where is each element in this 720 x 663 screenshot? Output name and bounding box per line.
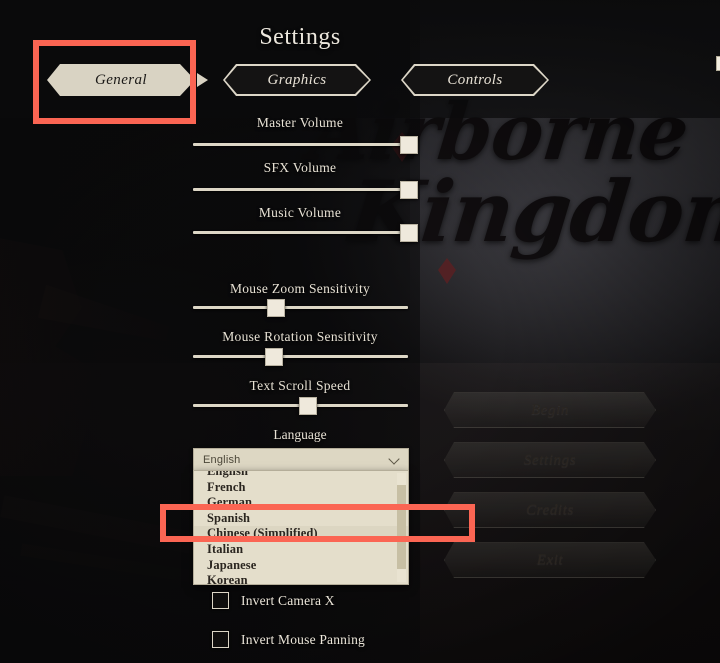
language-option-korean[interactable]: Korean xyxy=(194,573,408,584)
slider-master-volume[interactable] xyxy=(193,136,418,154)
tab-general-arrow-icon xyxy=(197,73,208,87)
tab-general[interactable]: General xyxy=(47,64,195,96)
label-language: Language xyxy=(273,427,327,442)
language-option-italian[interactable]: Italian xyxy=(194,542,408,558)
checkbox-label-invert-camera-x: Invert Camera X xyxy=(241,592,335,608)
tab-graphics[interactable]: Graphics xyxy=(223,64,371,96)
slider-track xyxy=(193,143,408,146)
tab-controls[interactable]: Controls xyxy=(401,64,549,96)
checkbox-row-invert-camera-x[interactable]: Invert Camera X xyxy=(212,592,335,609)
slider-handle[interactable] xyxy=(266,299,285,317)
tab-controls-label: Controls xyxy=(447,71,503,88)
slider-handle[interactable] xyxy=(400,136,418,154)
language-option-spanish[interactable]: Spanish xyxy=(194,511,408,527)
language-dropdown-scrollbar-thumb[interactable] xyxy=(397,485,406,569)
label-mouse-rotation-sensitivity: Mouse Rotation Sensitivity xyxy=(222,329,378,344)
language-dropdown-scroll-nub[interactable] xyxy=(716,56,720,71)
settings-tabs: General Graphics Controls xyxy=(40,64,660,100)
language-select-value: English xyxy=(203,454,241,466)
language-option-french[interactable]: French xyxy=(194,480,408,496)
slider-handle[interactable] xyxy=(400,181,418,199)
checkbox-row-invert-mouse-panning[interactable]: Invert Mouse Panning xyxy=(212,631,365,648)
label-music-volume: Music Volume xyxy=(258,205,342,220)
slider-mouse-rotation-sensitivity[interactable] xyxy=(193,348,408,366)
main-menu-button-settings[interactable]: Settings xyxy=(444,442,656,478)
language-option-japanese[interactable]: Japanese xyxy=(194,558,408,574)
slider-track xyxy=(193,231,408,234)
main-menu: Begin Settings Credits Exit xyxy=(444,392,656,592)
chevron-down-icon xyxy=(390,455,399,464)
tab-graphics-label: Graphics xyxy=(267,71,327,88)
checkbox-invert-camera-x[interactable] xyxy=(212,592,229,609)
slider-track xyxy=(193,306,408,309)
label-master-volume: Master Volume xyxy=(256,115,344,130)
slider-sfx-volume[interactable] xyxy=(193,181,418,199)
checkbox-label-invert-mouse-panning: Invert Mouse Panning xyxy=(241,631,365,647)
label-mouse-zoom-sensitivity: Mouse Zoom Sensitivity xyxy=(229,281,371,296)
label-text-scroll-speed: Text Scroll Speed xyxy=(249,378,351,393)
settings-header-scrim xyxy=(0,0,720,118)
slider-mouse-zoom-sensitivity[interactable] xyxy=(193,299,408,317)
label-sfx-volume: SFX Volume xyxy=(263,160,337,175)
language-select[interactable]: English xyxy=(193,448,409,472)
slider-handle[interactable] xyxy=(264,348,283,366)
main-menu-button-exit[interactable]: Exit xyxy=(444,542,656,578)
language-dropdown-list[interactable]: English French German Spanish Chinese (S… xyxy=(193,470,409,585)
slider-handle[interactable] xyxy=(298,397,317,415)
language-dropdown-items: English French German Spanish Chinese (S… xyxy=(194,471,408,584)
slider-track xyxy=(193,188,408,191)
game-settings-screen: Airborne Kingdom Begin Settings Credits … xyxy=(0,0,720,663)
language-option-chinese-simplified[interactable]: Chinese (Simplified) xyxy=(194,526,408,542)
page-title: Settings xyxy=(259,24,341,50)
tab-general-label: General xyxy=(95,71,147,88)
main-menu-button-begin[interactable]: Begin xyxy=(444,392,656,428)
slider-track xyxy=(193,355,408,358)
slider-music-volume[interactable] xyxy=(193,224,418,242)
main-menu-button-credits[interactable]: Credits xyxy=(444,492,656,528)
slider-handle[interactable] xyxy=(400,224,418,242)
checkbox-invert-mouse-panning[interactable] xyxy=(212,631,229,648)
language-option-german[interactable]: German xyxy=(194,495,408,511)
language-option-english[interactable]: English xyxy=(194,471,408,480)
slider-text-scroll-speed[interactable] xyxy=(193,397,408,415)
